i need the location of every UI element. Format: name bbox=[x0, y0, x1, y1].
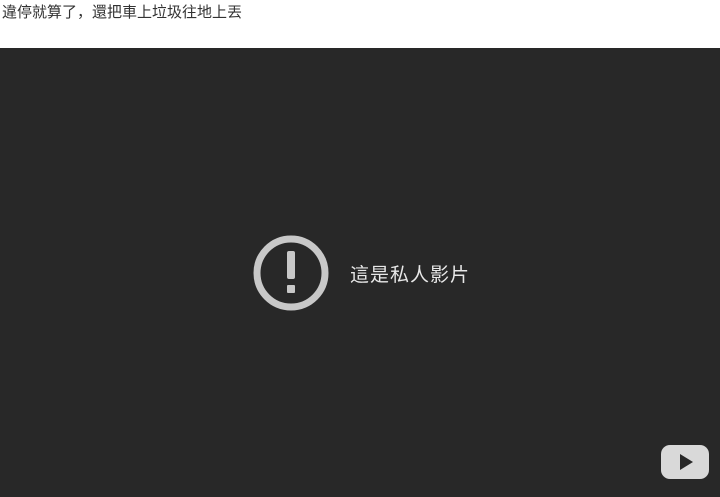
private-video-notice: 這是私人影片 bbox=[252, 234, 470, 312]
video-player[interactable]: 這是私人影片 bbox=[0, 48, 720, 497]
post-headline: 違停就算了，還把車上垃圾往地上丟 bbox=[0, 0, 720, 48]
page: 違停就算了，還把車上垃圾往地上丟 這是私人影片 bbox=[0, 0, 720, 497]
error-message: 這是私人影片 bbox=[350, 263, 471, 286]
alert-circle-icon bbox=[253, 235, 329, 311]
youtube-logo-icon[interactable] bbox=[661, 445, 709, 479]
